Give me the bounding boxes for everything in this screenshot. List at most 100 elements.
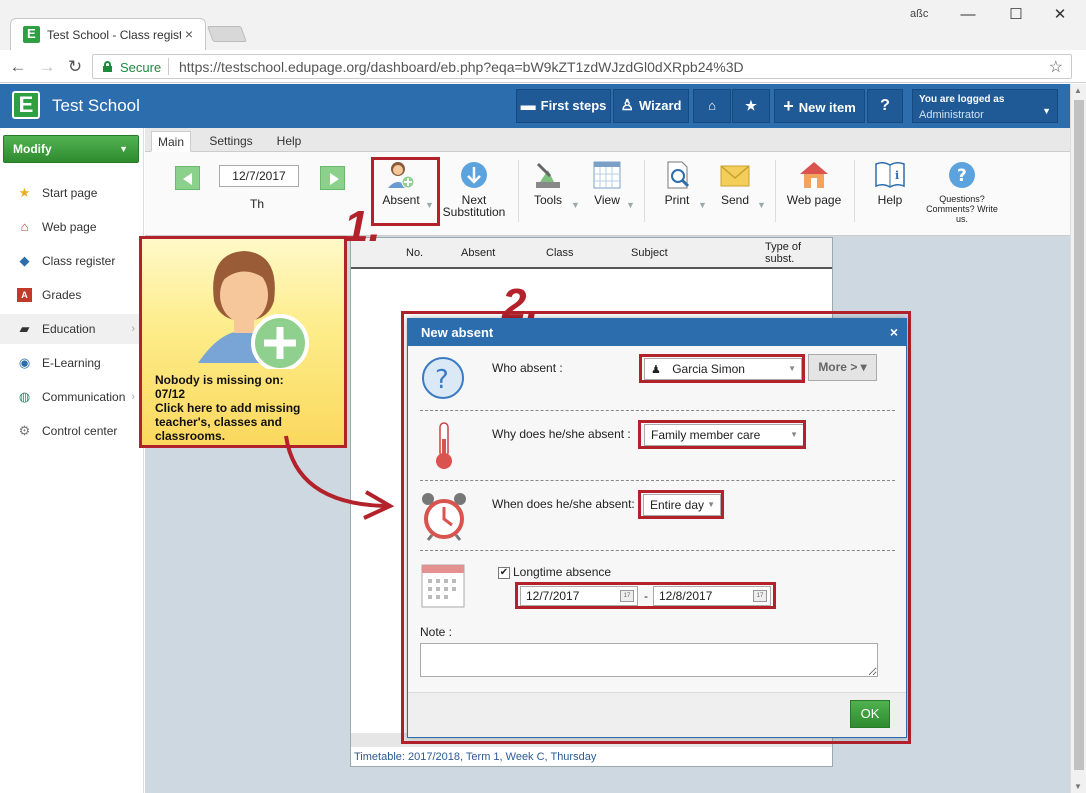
modify-button[interactable]: Modify ▼ bbox=[3, 135, 139, 163]
scroll-up-icon[interactable]: ▲ bbox=[1074, 86, 1082, 95]
reload-icon[interactable]: ↻ bbox=[63, 55, 87, 79]
svg-text:?: ? bbox=[435, 365, 449, 395]
sidebar-item-communication[interactable]: ◍ Communication › bbox=[0, 382, 143, 412]
why-absent-highlight bbox=[638, 420, 806, 449]
col-no[interactable]: No. bbox=[406, 247, 423, 259]
help-ribbon-button[interactable]: i Help bbox=[873, 160, 907, 206]
more-button[interactable]: More > ▾ bbox=[808, 354, 877, 381]
dialog-footer bbox=[408, 692, 906, 737]
school-name[interactable]: Test School bbox=[52, 96, 140, 116]
browser-tab[interactable]: Test School - Class regist × bbox=[10, 18, 206, 50]
chevron-right-icon: › bbox=[131, 323, 135, 335]
chevron-right-icon: › bbox=[131, 391, 135, 403]
tools-caret-icon[interactable]: ▼ bbox=[571, 200, 580, 210]
calendar-icon bbox=[421, 564, 465, 608]
step1-label: 1. bbox=[344, 202, 381, 251]
url-input[interactable]: Secure https://testschool.edupage.org/da… bbox=[92, 54, 1072, 79]
col-absent[interactable]: Absent bbox=[461, 247, 495, 259]
help-button[interactable]: ? bbox=[867, 89, 903, 123]
thermometer-icon bbox=[436, 422, 452, 469]
col-type-of[interactable]: Type of bbox=[765, 241, 801, 253]
timetable-info[interactable]: Timetable: 2017/2018, Term 1, Week C, Th… bbox=[351, 751, 596, 763]
sidebar-item-education[interactable]: ▰ Education › bbox=[0, 314, 143, 344]
who-absent-highlight bbox=[639, 354, 805, 383]
dialog-title: New absent bbox=[408, 319, 906, 346]
star-icon: ★ bbox=[745, 98, 757, 113]
ribbon-separator bbox=[854, 160, 855, 222]
when-absent-label: When does he/she absent: bbox=[492, 497, 635, 511]
bookmark-star-icon[interactable]: ☆ bbox=[1049, 57, 1063, 77]
tab-settings[interactable]: Settings bbox=[203, 131, 259, 152]
web-page-button[interactable]: Web page bbox=[784, 160, 844, 206]
home-button[interactable]: ⌂ bbox=[693, 89, 731, 123]
longtime-absence-checkbox[interactable]: ✔ bbox=[498, 567, 510, 579]
questions-button[interactable]: ? Questions? Comments? Write us. bbox=[920, 160, 1004, 224]
sidebar-item-e-learning[interactable]: ◉ E-Learning bbox=[0, 348, 143, 378]
row-divider bbox=[420, 410, 895, 411]
note-label: Note : bbox=[420, 625, 453, 639]
date-input[interactable]: 12/7/2017 bbox=[219, 165, 299, 187]
edupage-logo-icon[interactable]: E bbox=[12, 91, 40, 119]
ok-button[interactable]: OK bbox=[850, 700, 890, 728]
tab-close-icon[interactable]: × bbox=[185, 26, 193, 42]
ribbon-separator bbox=[644, 160, 645, 222]
close-window-button[interactable]: ✕ bbox=[1040, 4, 1080, 26]
view-caret-icon[interactable]: ▼ bbox=[626, 200, 635, 210]
book-info-icon: i bbox=[875, 161, 905, 188]
first-steps-icon: ▬ bbox=[520, 97, 536, 114]
date-range-highlight bbox=[515, 582, 776, 609]
favorites-button[interactable]: ★ bbox=[732, 89, 770, 123]
chevron-down-icon: ▼ bbox=[1042, 106, 1051, 116]
page-scrollbar[interactable]: ▲ ▼ bbox=[1070, 84, 1086, 793]
url-separator bbox=[168, 58, 169, 75]
minimize-button[interactable]: — bbox=[948, 4, 988, 26]
col-subst[interactable]: subst. bbox=[765, 253, 794, 265]
house-icon: ⌂ bbox=[20, 219, 29, 234]
sidebar-item-grades[interactable]: A Grades bbox=[0, 280, 143, 310]
tab-main[interactable]: Main bbox=[151, 131, 191, 152]
new-tab-button[interactable] bbox=[207, 26, 247, 42]
view-grid-icon bbox=[593, 161, 621, 189]
send-button[interactable]: Send bbox=[719, 160, 751, 206]
maximize-button[interactable]: ☐ bbox=[996, 4, 1036, 26]
send-caret-icon[interactable]: ▼ bbox=[757, 200, 766, 210]
first-steps-button[interactable]: ▬ First steps bbox=[516, 89, 611, 123]
col-subject[interactable]: Subject bbox=[631, 247, 668, 259]
user-menu[interactable]: You are logged as Administrator ▼ bbox=[912, 89, 1058, 123]
new-item-button[interactable]: + New item bbox=[774, 89, 865, 123]
forward-icon[interactable]: → bbox=[35, 55, 59, 79]
sidebar-item-start-page[interactable]: ★ Start page bbox=[0, 178, 143, 208]
secure-label: Secure bbox=[120, 60, 162, 75]
profile-badge[interactable]: aßc bbox=[910, 8, 928, 20]
dialog-close-icon[interactable]: × bbox=[890, 324, 898, 340]
edupage-favicon-icon bbox=[23, 26, 40, 43]
row-divider bbox=[420, 550, 895, 551]
sidebar-item-control-center[interactable]: ⚙ Control center bbox=[0, 416, 143, 446]
print-button[interactable]: Print bbox=[662, 160, 692, 206]
step1-highlight bbox=[371, 157, 440, 226]
scroll-down-icon[interactable]: ▼ bbox=[1074, 782, 1082, 791]
wizard-button[interactable]: ♙ Wizard bbox=[613, 89, 689, 123]
longtime-absence-label: Longtime absence bbox=[513, 565, 612, 579]
table-header: No. Absent Class Subject Type of subst. bbox=[351, 238, 832, 269]
tools-button[interactable]: Tools bbox=[530, 160, 566, 206]
sidebar-item-class-register[interactable]: ◆ Class register bbox=[0, 246, 143, 276]
view-button[interactable]: View bbox=[592, 160, 622, 206]
tab-help[interactable]: Help bbox=[271, 131, 307, 152]
gear-icon: ⚙ bbox=[18, 423, 31, 438]
next-substitution-button[interactable]: Next Substitution bbox=[441, 160, 507, 218]
sidebar: Modify ▼ ★ Start page ⌂ Web page ◆ Class… bbox=[0, 128, 144, 793]
print-caret-icon[interactable]: ▼ bbox=[698, 200, 707, 210]
walking-person-icon: ♙ bbox=[620, 97, 634, 114]
col-class[interactable]: Class bbox=[546, 247, 574, 259]
next-day-button[interactable] bbox=[320, 166, 345, 190]
scrollbar-thumb[interactable] bbox=[1074, 100, 1084, 770]
nobody-missing-callout[interactable]: Nobody is missing on: 07/12 Click here t… bbox=[139, 236, 347, 448]
when-absent-highlight bbox=[638, 490, 724, 519]
note-textarea[interactable] bbox=[420, 643, 878, 677]
menu-tabs: Main Settings Help bbox=[145, 128, 1070, 152]
graduation-cap-icon: ▰ bbox=[19, 321, 30, 336]
previous-day-button[interactable] bbox=[175, 166, 200, 190]
sidebar-item-web-page[interactable]: ⌂ Web page bbox=[0, 212, 143, 242]
back-icon[interactable]: ← bbox=[6, 55, 30, 79]
